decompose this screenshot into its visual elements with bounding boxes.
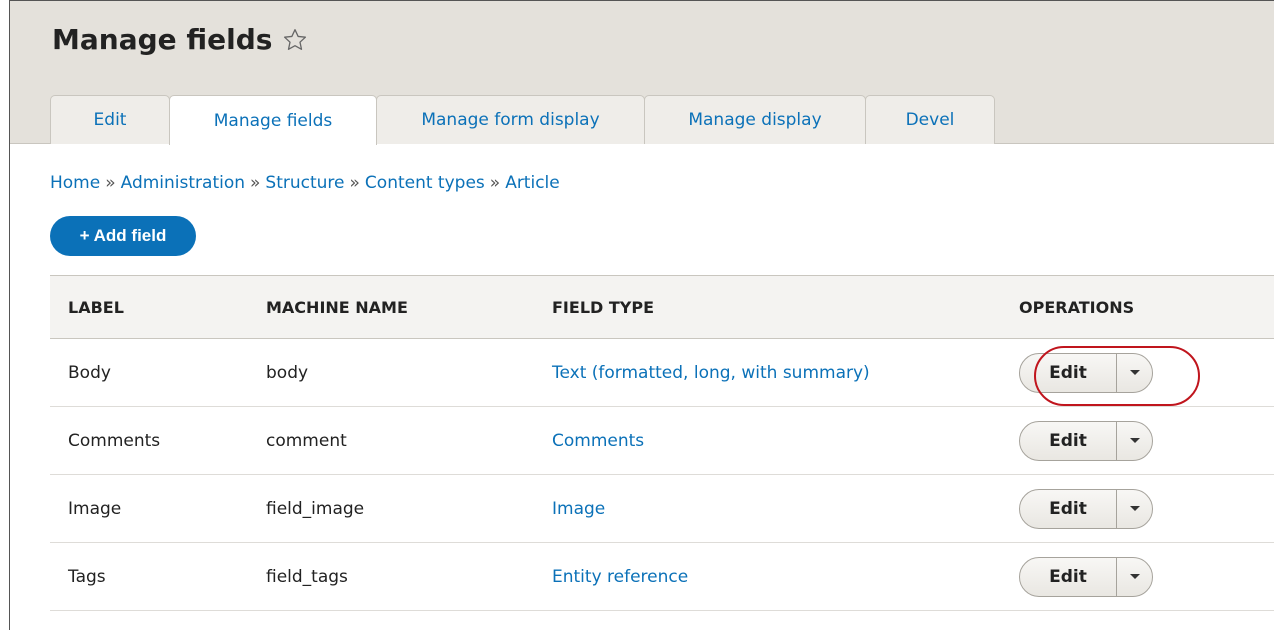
operations-toggle[interactable] <box>1116 557 1152 596</box>
star-icon[interactable] <box>282 27 308 53</box>
operations-toggle[interactable] <box>1116 421 1152 460</box>
tab-edit[interactable]: Edit <box>50 95 170 144</box>
field-machine-name: comment <box>254 406 540 475</box>
table-header-row: LABEL MACHINE NAME FIELD TYPE OPERATIONS <box>50 275 1274 339</box>
page-header: Manage fields Edit Manage fields Manage … <box>10 1 1274 145</box>
edit-button[interactable]: Edit <box>1020 422 1116 460</box>
caret-down-icon <box>1129 370 1140 375</box>
edit-button[interactable]: Edit <box>1020 354 1116 392</box>
column-header-machine-name: MACHINE NAME <box>254 275 540 339</box>
caret-down-icon <box>1129 438 1140 443</box>
fields-table: LABEL MACHINE NAME FIELD TYPE OPERATIONS… <box>50 275 1274 611</box>
field-type-link[interactable]: Text (formatted, long, with summary) <box>552 363 870 383</box>
breadcrumb-separator: » <box>250 173 261 193</box>
column-header-label: LABEL <box>50 275 254 339</box>
field-type-cell: Comments <box>540 406 1005 475</box>
operations-dropbutton: Edit <box>1019 556 1153 597</box>
breadcrumb-home[interactable]: Home <box>50 173 100 193</box>
field-machine-name: field_tags <box>254 542 540 611</box>
breadcrumb-separator: » <box>349 173 360 193</box>
field-machine-name: field_image <box>254 474 540 543</box>
content-frame: Manage fields Edit Manage fields Manage … <box>9 0 1274 630</box>
field-label: Image <box>50 474 254 543</box>
field-type-cell: Text (formatted, long, with summary) <box>540 338 1005 407</box>
table-row: Tags field_tags Entity reference Edit <box>50 542 1274 611</box>
column-header-field-type: FIELD TYPE <box>540 275 1005 339</box>
tab-devel[interactable]: Devel <box>865 95 995 144</box>
operations-cell: Edit <box>1005 406 1274 475</box>
field-type-link[interactable]: Comments <box>552 431 644 451</box>
tab-manage-display[interactable]: Manage display <box>644 95 866 144</box>
field-type-cell: Image <box>540 474 1005 543</box>
column-header-operations: OPERATIONS <box>1005 275 1274 339</box>
operations-dropbutton: Edit <box>1019 420 1153 461</box>
operations-cell: Edit <box>1005 474 1274 543</box>
edit-button[interactable]: Edit <box>1020 558 1116 596</box>
operations-cell: Edit <box>1005 338 1274 407</box>
add-field-button[interactable]: + Add field <box>50 216 196 256</box>
table-row: Body body Text (formatted, long, with su… <box>50 338 1274 407</box>
field-machine-name: body <box>254 338 540 407</box>
operations-cell: Edit <box>1005 542 1274 611</box>
table-row: Image field_image Image Edit <box>50 474 1274 543</box>
edit-button[interactable]: Edit <box>1020 490 1116 528</box>
field-type-link[interactable]: Entity reference <box>552 567 688 587</box>
caret-down-icon <box>1129 506 1140 511</box>
page-title-text: Manage fields <box>52 23 273 56</box>
tab-bar: Edit Manage fields Manage form display M… <box>50 95 995 145</box>
page-title: Manage fields <box>52 23 308 56</box>
breadcrumb-content-types[interactable]: Content types <box>365 173 485 193</box>
field-label: Tags <box>50 542 254 611</box>
field-label: Body <box>50 338 254 407</box>
caret-down-icon <box>1129 574 1140 579</box>
breadcrumb: Home » Administration » Structure » Cont… <box>50 173 560 193</box>
field-type-link[interactable]: Image <box>552 499 605 519</box>
field-type-cell: Entity reference <box>540 542 1005 611</box>
field-label: Comments <box>50 406 254 475</box>
operations-dropbutton: Edit <box>1019 352 1153 393</box>
operations-dropbutton: Edit <box>1019 488 1153 529</box>
breadcrumb-separator: » <box>105 173 116 193</box>
operations-toggle[interactable] <box>1116 353 1152 392</box>
table-row: Comments comment Comments Edit <box>50 406 1274 475</box>
tab-manage-form-display[interactable]: Manage form display <box>376 95 645 144</box>
breadcrumb-article[interactable]: Article <box>505 173 560 193</box>
operations-toggle[interactable] <box>1116 489 1152 528</box>
tab-manage-fields[interactable]: Manage fields <box>169 95 377 145</box>
breadcrumb-structure[interactable]: Structure <box>265 173 344 193</box>
breadcrumb-separator: » <box>489 173 501 193</box>
breadcrumb-administration[interactable]: Administration <box>121 173 245 193</box>
